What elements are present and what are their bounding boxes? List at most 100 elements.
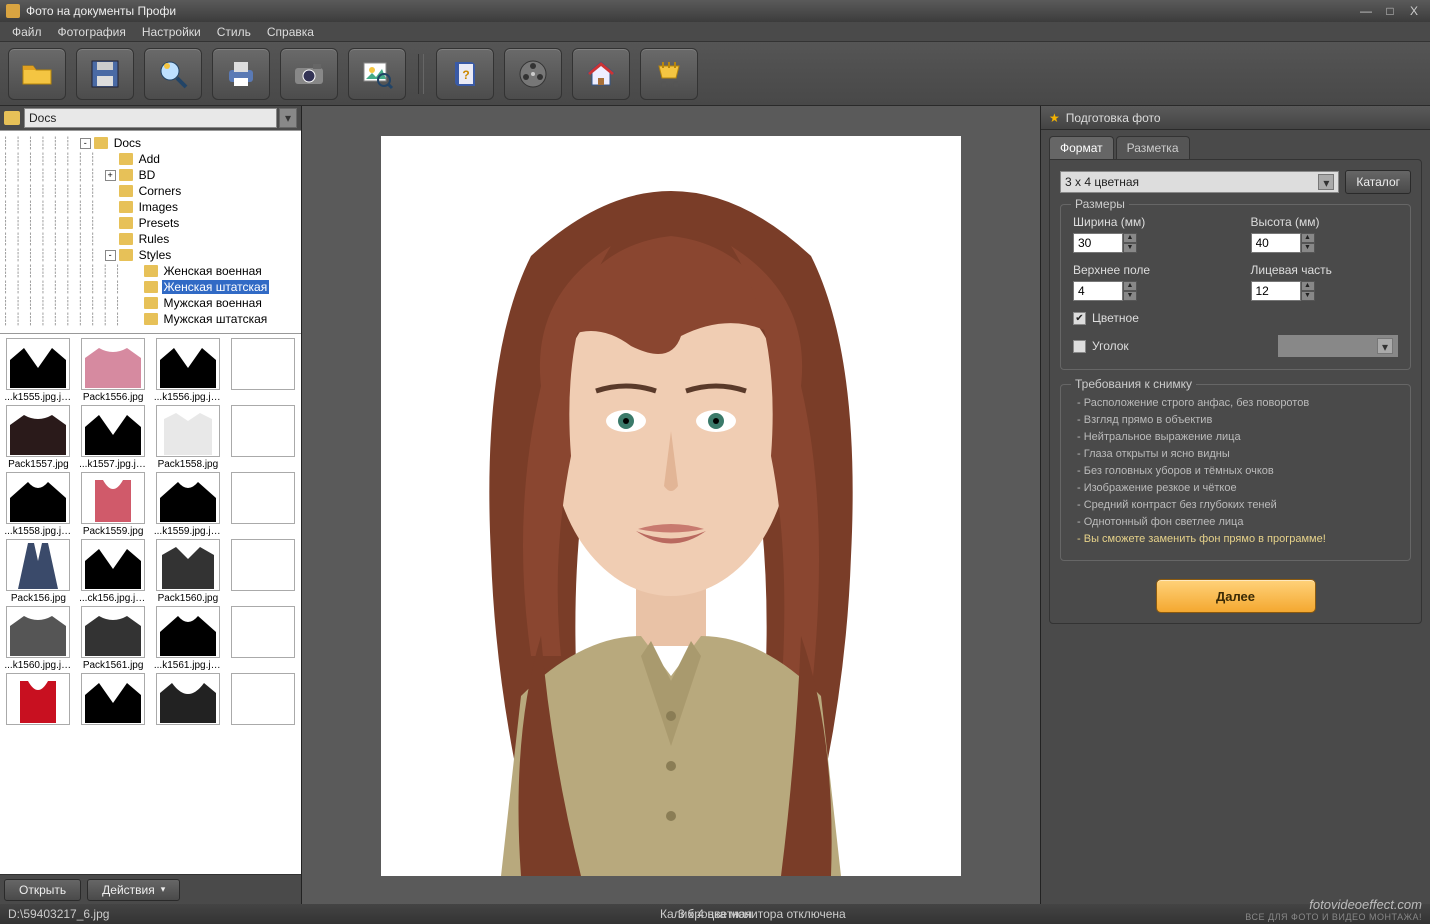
minimize-button[interactable]: — — [1356, 4, 1376, 18]
thumbnail[interactable]: Pack1559.jpg — [77, 472, 150, 537]
tree-node[interactable]: ┊ ┊ ┊ ┊ ┊ ┊ ┊ ┊ Rules — [2, 231, 301, 247]
path-input[interactable] — [24, 108, 277, 128]
tree-node[interactable]: ┊ ┊ ┊ ┊ ┊ ┊ ┊ ┊ Images — [2, 199, 301, 215]
folder-tree[interactable]: ┊ ┊ ┊ ┊ ┊ ┊ -Docs┊ ┊ ┊ ┊ ┊ ┊ ┊ ┊ Add┊ ┊ … — [0, 130, 301, 334]
width-input[interactable] — [1073, 233, 1123, 253]
requirements-legend: Требования к снимку — [1071, 377, 1196, 391]
tree-node[interactable]: ┊ ┊ ┊ ┊ ┊ ┊ ┊ ┊ ┊ ┊ Женская военная — [2, 263, 301, 279]
photo-zoom-button[interactable] — [348, 48, 406, 100]
thumbnail[interactable]: ...k1561.jpg.jpeg — [152, 606, 225, 671]
top-margin-spinner[interactable]: ▲▼ — [1123, 281, 1137, 301]
corner-select[interactable]: ▾ — [1278, 335, 1398, 357]
thumbnail[interactable]: ...k1556.jpg.jpeg — [152, 338, 225, 403]
tree-node[interactable]: ┊ ┊ ┊ ┊ ┊ ┊ ┊ ┊ Presets — [2, 215, 301, 231]
menu-Настройки[interactable]: Настройки — [134, 23, 209, 41]
thumbnail-caption: ...k1559.jpg.jpeg — [154, 526, 222, 537]
home-button[interactable] — [572, 48, 630, 100]
thumbnail[interactable] — [226, 405, 299, 470]
corner-checkbox-label: Уголок — [1092, 339, 1129, 353]
folder-icon — [119, 217, 133, 229]
photo-canvas-area — [302, 106, 1040, 904]
thumbnail[interactable]: ...k1555.jpg.jpeg — [2, 338, 75, 403]
corner-checkbox[interactable] — [1073, 340, 1086, 353]
thumbnail[interactable]: ...k1557.jpg.jpeg — [77, 405, 150, 470]
height-spinner[interactable]: ▲▼ — [1301, 233, 1315, 253]
thumbnail[interactable]: ...ck156.jpg.jpeg — [77, 539, 150, 604]
thumbnail[interactable] — [226, 539, 299, 604]
requirement-item: Глаза открыты и ясно видны — [1077, 446, 1398, 463]
tree-node[interactable]: ┊ ┊ ┊ ┊ ┊ ┊ ┊ ┊ Corners — [2, 183, 301, 199]
thumbnail[interactable]: Pack1561.jpg — [77, 606, 150, 671]
thumbnail[interactable] — [77, 673, 150, 727]
right-panel-header: ★ Подготовка фото — [1041, 106, 1430, 130]
menu-Справка[interactable]: Справка — [259, 23, 322, 41]
left-bottom-toolbar: Открыть Действия — [0, 874, 301, 904]
actions-dropdown[interactable]: Действия — [87, 879, 180, 901]
face-part-spinner[interactable]: ▲▼ — [1301, 281, 1315, 301]
print-button[interactable] — [212, 48, 270, 100]
folder-icon — [119, 153, 133, 165]
open-folder-button[interactable] — [8, 48, 66, 100]
tree-node[interactable]: ┊ ┊ ┊ ┊ ┊ ┊ ┊ ┊ ┊ ┊ Мужская военная — [2, 295, 301, 311]
app-icon — [6, 4, 20, 18]
path-dropdown-button[interactable]: ▾ — [279, 108, 297, 128]
thumbnail[interactable]: Pack1556.jpg — [77, 338, 150, 403]
tab-markup[interactable]: Разметка — [1116, 136, 1190, 159]
catalog-button[interactable]: Каталог — [1345, 170, 1411, 194]
thumbnail[interactable] — [152, 673, 225, 727]
help-book-button[interactable]: ? — [436, 48, 494, 100]
face-part-label: Лицевая часть — [1251, 263, 1399, 277]
right-panel-title: Подготовка фото — [1066, 111, 1161, 125]
thumbnail[interactable]: Pack1557.jpg — [2, 405, 75, 470]
face-part-input[interactable] — [1251, 281, 1301, 301]
thumbnail[interactable]: ...k1558.jpg.jpeg — [2, 472, 75, 537]
height-input[interactable] — [1251, 233, 1301, 253]
chevron-down-icon: ▾ — [1377, 338, 1393, 354]
thumbnail-caption: Pack1557.jpg — [8, 459, 69, 470]
width-spinner[interactable]: ▲▼ — [1123, 233, 1137, 253]
thumbnail[interactable]: Pack1560.jpg — [152, 539, 225, 604]
color-checkbox[interactable] — [1073, 312, 1086, 325]
open-button[interactable]: Открыть — [4, 879, 81, 901]
requirement-item: Вы сможете заменить фон прямо в программ… — [1077, 531, 1398, 548]
photo-preview[interactable] — [381, 136, 961, 876]
thumbnail[interactable] — [226, 606, 299, 671]
tab-format[interactable]: Формат — [1049, 136, 1114, 159]
tree-node[interactable]: ┊ ┊ ┊ ┊ ┊ ┊ ┊ ┊ +BD — [2, 167, 301, 183]
folder-icon — [4, 111, 20, 125]
video-reel-button[interactable] — [504, 48, 562, 100]
tree-node[interactable]: ┊ ┊ ┊ ┊ ┊ ┊ ┊ ┊ ┊ ┊ Женская штатская — [2, 279, 301, 295]
main-toolbar: ? — [0, 42, 1430, 106]
thumbnail[interactable]: ...k1560.jpg.jpeg — [2, 606, 75, 671]
thumbnail-caption: Pack1559.jpg — [83, 526, 144, 537]
thumbnail[interactable] — [226, 338, 299, 403]
tree-node[interactable]: ┊ ┊ ┊ ┊ ┊ ┊ -Docs — [2, 135, 301, 151]
camera-button[interactable] — [280, 48, 338, 100]
tree-node[interactable]: ┊ ┊ ┊ ┊ ┊ ┊ ┊ ┊ ┊ ┊ Мужская штатская — [2, 311, 301, 327]
format-select[interactable]: 3 x 4 цветная ▾ — [1060, 171, 1339, 193]
menu-Стиль[interactable]: Стиль — [209, 23, 259, 41]
thumbnails-pane[interactable]: ...k1555.jpg.jpegPack1556.jpg...k1556.jp… — [0, 334, 301, 874]
width-label: Ширина (мм) — [1073, 215, 1221, 229]
thumbnail[interactable] — [2, 673, 75, 727]
height-label: Высота (мм) — [1251, 215, 1399, 229]
cart-button[interactable] — [640, 48, 698, 100]
portrait-illustration — [381, 136, 961, 876]
menu-Файл[interactable]: Файл — [4, 23, 50, 41]
folder-icon — [94, 137, 108, 149]
top-margin-input[interactable] — [1073, 281, 1123, 301]
zoom-search-button[interactable] — [144, 48, 202, 100]
thumbnail[interactable]: Pack1558.jpg — [152, 405, 225, 470]
thumbnail[interactable]: Pack156.jpg — [2, 539, 75, 604]
menu-Фотография[interactable]: Фотография — [50, 23, 134, 41]
save-disk-button[interactable] — [76, 48, 134, 100]
maximize-button[interactable]: □ — [1380, 4, 1400, 18]
thumbnail[interactable]: ...k1559.jpg.jpeg — [152, 472, 225, 537]
close-button[interactable]: X — [1404, 4, 1424, 18]
thumbnail[interactable] — [226, 472, 299, 537]
tree-node[interactable]: ┊ ┊ ┊ ┊ ┊ ┊ ┊ ┊ -Styles — [2, 247, 301, 263]
requirement-item: Нейтральное выражение лица — [1077, 429, 1398, 446]
thumbnail[interactable] — [226, 673, 299, 727]
next-button[interactable]: Далее — [1156, 579, 1316, 613]
tree-node[interactable]: ┊ ┊ ┊ ┊ ┊ ┊ ┊ ┊ Add — [2, 151, 301, 167]
